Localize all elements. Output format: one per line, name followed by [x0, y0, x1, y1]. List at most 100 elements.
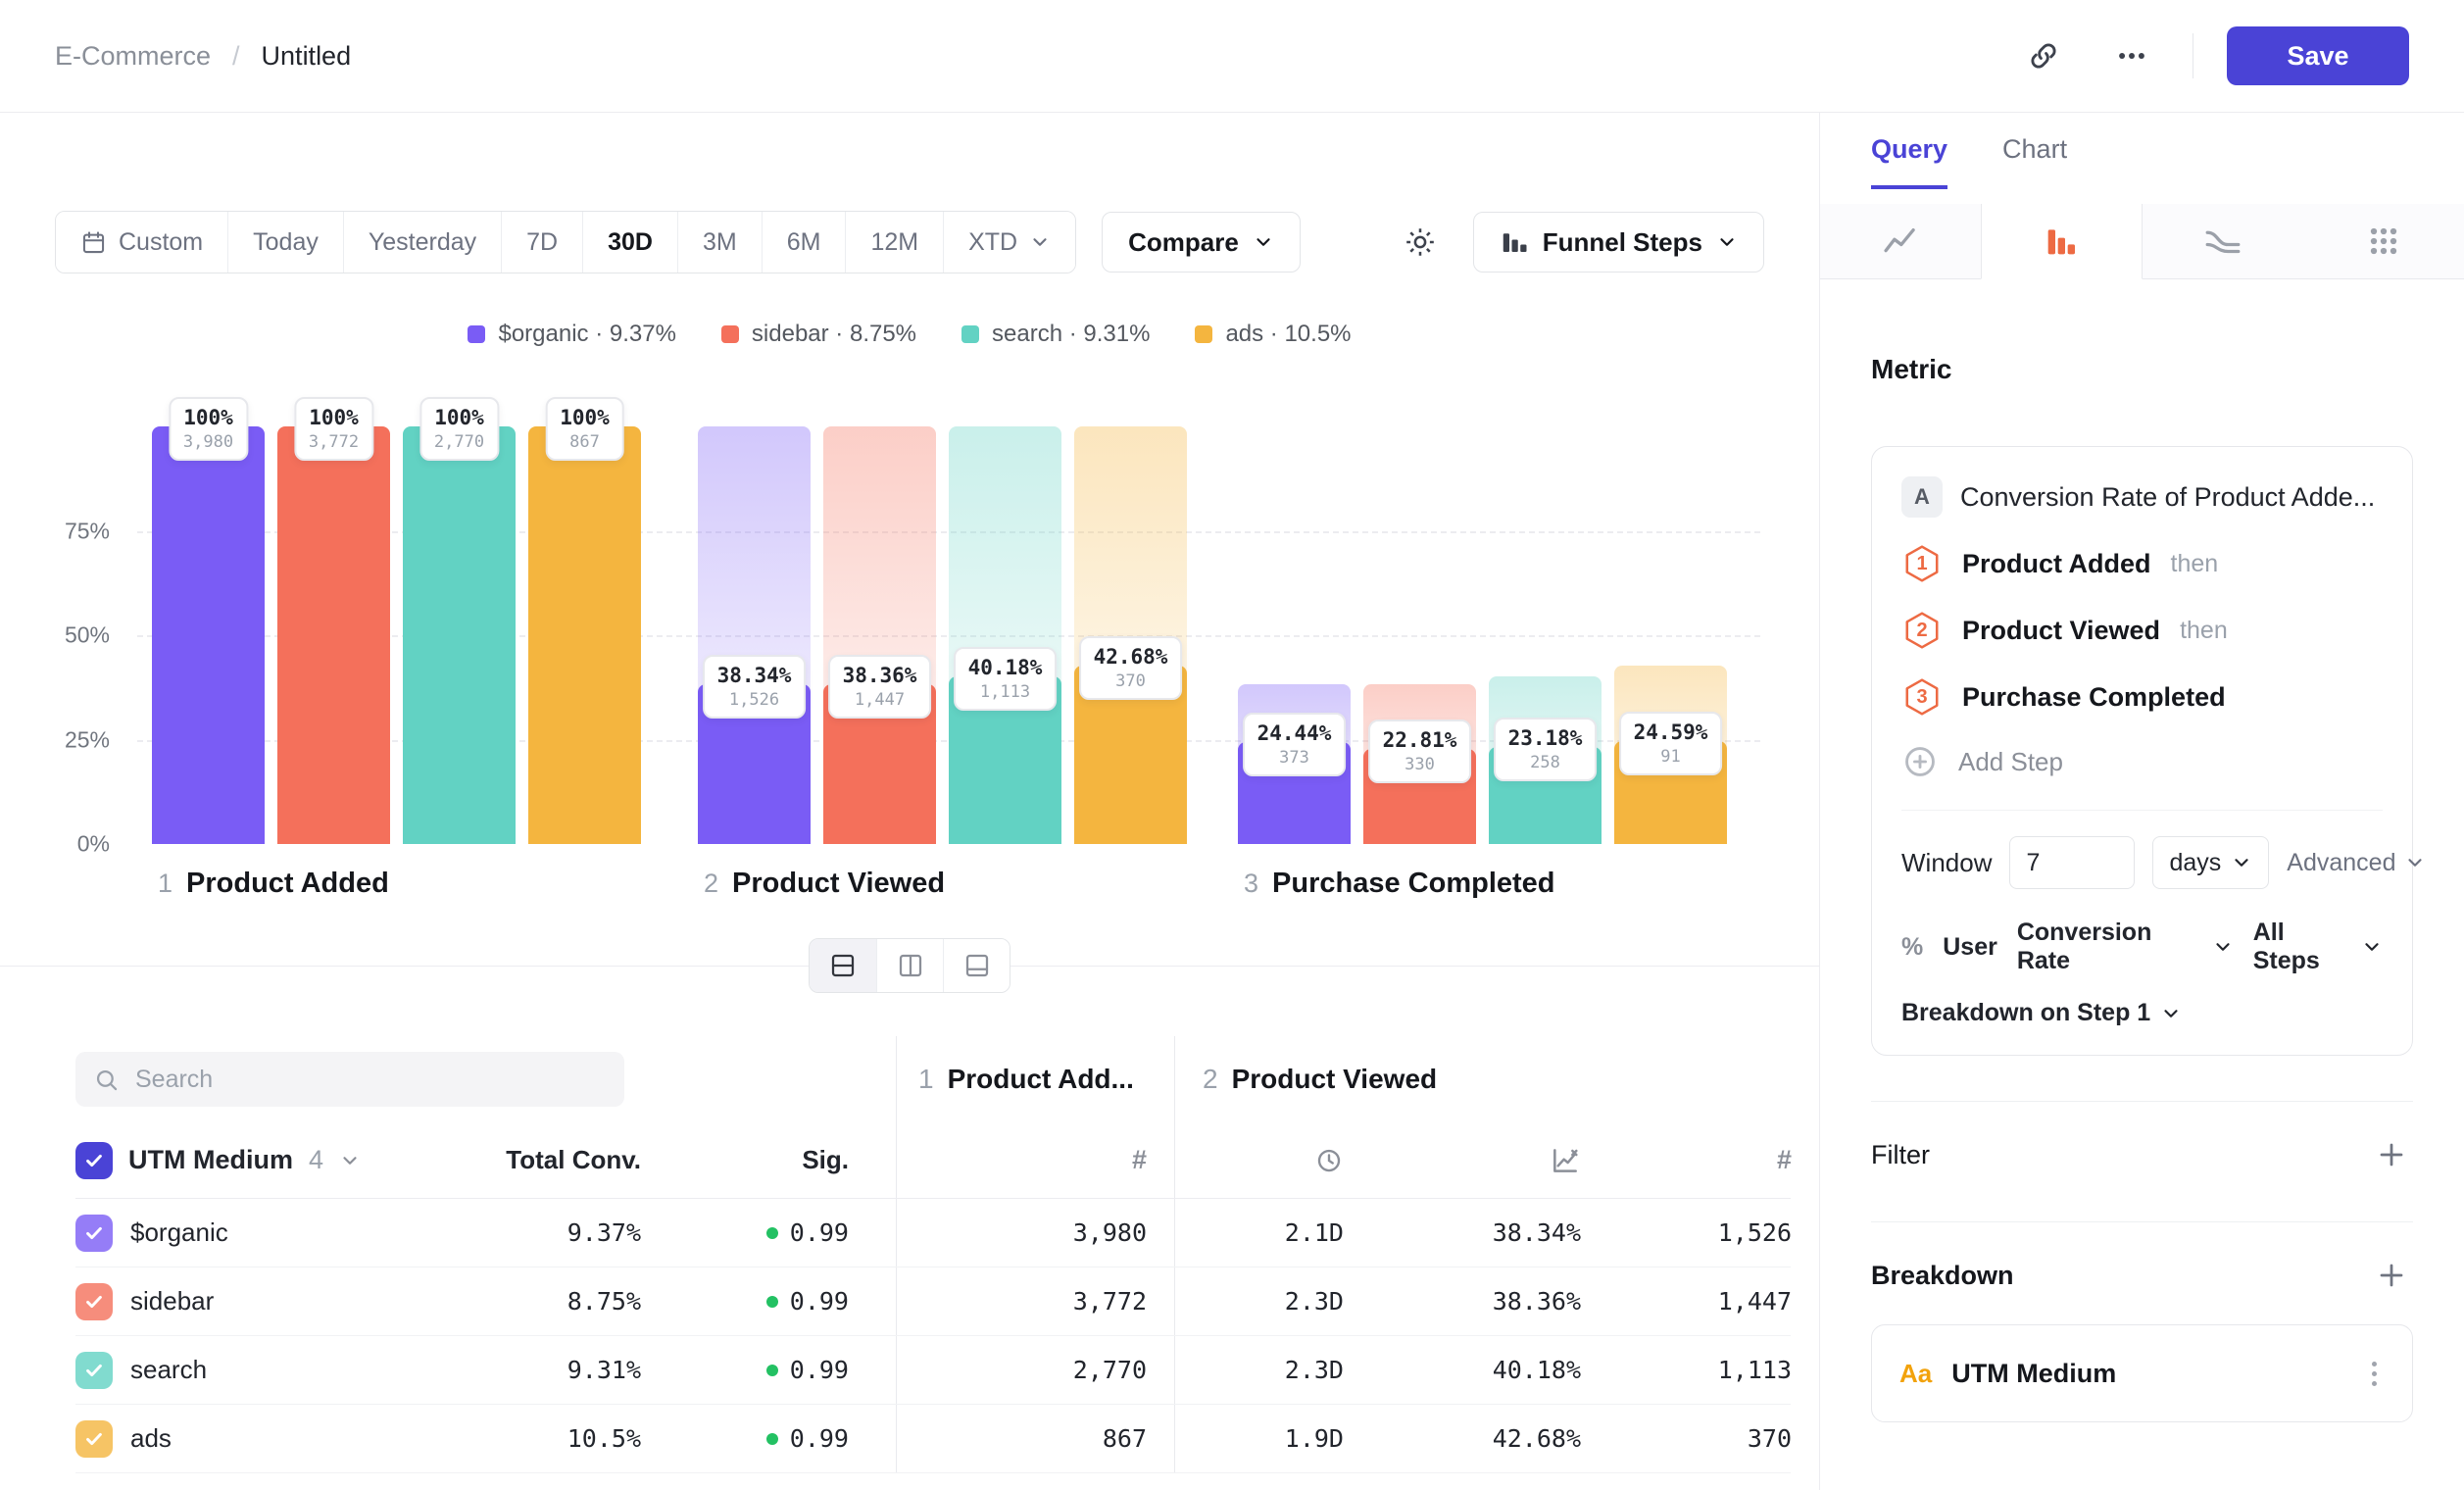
date-range-30d[interactable]: 30D — [582, 212, 677, 273]
kebab-menu-icon[interactable] — [2364, 1354, 2385, 1394]
window-unit-select[interactable]: days — [2152, 836, 2269, 889]
chevron-down-icon — [2231, 852, 2252, 873]
more-options-button[interactable] — [2104, 28, 2159, 83]
chart-plot-area: 75%50%25%0%100%3,980100%3,772100%2,77010… — [0, 426, 1819, 844]
date-range-today[interactable]: Today — [227, 212, 343, 273]
conversion-metric-selector[interactable]: Conversion Rate — [2017, 919, 2234, 975]
metric-step[interactable]: 1Product Addedthen — [1901, 543, 2383, 584]
legend-label: $organic · 9.37% — [498, 321, 675, 348]
time-to-convert-icon[interactable] — [1314, 1146, 1344, 1175]
y-axis-tick: 50% — [0, 622, 110, 649]
row-name-label: ads — [130, 1423, 172, 1454]
bar-value-label: 38.36%1,447 — [828, 655, 932, 719]
date-range-12m[interactable]: 12M — [845, 212, 943, 273]
step-then-label: then — [2180, 617, 2228, 645]
add-breakdown-button[interactable] — [2370, 1254, 2413, 1297]
count-metric-icon[interactable]: # — [1132, 1145, 1147, 1175]
legend-item[interactable]: search · 9.31% — [961, 321, 1150, 348]
layout-split-horizontal-icon[interactable] — [810, 939, 876, 992]
breakdown-column-label[interactable]: UTM Medium — [128, 1145, 293, 1175]
legend-item[interactable]: ads · 10.5% — [1195, 321, 1351, 348]
funnel-bar[interactable] — [277, 426, 390, 844]
step2-time-value: 2.3D — [1285, 1356, 1344, 1384]
date-range-xtd[interactable]: XTD — [943, 212, 1075, 273]
date-range-7d[interactable]: 7D — [501, 212, 582, 273]
bar-count: 3,980 — [183, 432, 233, 452]
search-input[interactable] — [135, 1066, 607, 1094]
table-row[interactable]: ads10.5%0.998671.9D42.68%370 — [75, 1405, 1791, 1473]
sig-header[interactable]: Sig. — [802, 1145, 849, 1175]
entity-selector[interactable]: User — [1943, 933, 1997, 962]
total-conv-value: 9.31% — [567, 1356, 641, 1384]
window-value-input[interactable] — [2009, 836, 2135, 889]
step2-pct-value: 42.68% — [1493, 1424, 1581, 1453]
share-link-button[interactable] — [2016, 28, 2071, 83]
bar-pct: 40.18% — [968, 656, 1043, 679]
table-row[interactable]: $organic9.37%0.993,9802.1D38.34%1,526 — [75, 1199, 1791, 1267]
step2-time-cell: 2.3D — [1174, 1336, 1344, 1404]
layout-split-vertical-icon[interactable] — [876, 939, 943, 992]
table-row[interactable]: search9.31%0.992,7702.3D40.18%1,113 — [75, 1336, 1791, 1405]
breakdown-property-label: UTM Medium — [1951, 1359, 2344, 1389]
step2-count-cell: 370 — [1581, 1405, 1792, 1472]
chart-type-matrix-icon[interactable] — [2303, 204, 2464, 279]
sig-cell: 0.99 — [641, 1267, 849, 1335]
total-conv-header[interactable]: Total Conv. — [506, 1145, 641, 1175]
table-search[interactable] — [75, 1052, 624, 1107]
sig-cell: 0.99 — [641, 1336, 849, 1404]
table-body: $organic9.37%0.993,9802.1D38.34%1,526sid… — [75, 1199, 1791, 1473]
breadcrumb-parent[interactable]: E-Commerce — [55, 41, 211, 72]
row-checkbox[interactable] — [75, 1215, 113, 1252]
tab-query[interactable]: Query — [1871, 113, 1947, 189]
date-range-3m[interactable]: 3M — [677, 212, 762, 273]
chevron-down-icon[interactable] — [339, 1150, 361, 1171]
bar-value-label: 100%3,980 — [169, 397, 248, 461]
chevron-down-icon — [2212, 936, 2234, 958]
bar-count: 1,526 — [717, 690, 792, 710]
layout-toggle-group — [809, 938, 1010, 993]
legend-item[interactable]: sidebar · 8.75% — [721, 321, 916, 348]
funnel-steps-list: 1Product Addedthen 2Product Viewedthen 3Pu… — [1901, 543, 2383, 718]
conversion-chart-icon[interactable] — [1550, 1145, 1581, 1176]
funnel-bar[interactable] — [528, 426, 641, 844]
add-filter-button[interactable] — [2370, 1133, 2413, 1176]
chart-type-funnel-icon[interactable] — [1981, 204, 2142, 279]
chart-settings-button[interactable] — [1393, 215, 1448, 270]
compare-button[interactable]: Compare — [1102, 212, 1301, 273]
date-range-custom[interactable]: Custom — [56, 212, 227, 273]
chart-type-line-icon[interactable] — [1820, 204, 1981, 279]
save-button[interactable]: Save — [2227, 26, 2409, 85]
row-label-cell: ads — [75, 1420, 468, 1458]
count-metric-icon[interactable]: # — [1777, 1145, 1792, 1175]
layout-bottom-panel-icon[interactable] — [943, 939, 1010, 992]
date-range-6m[interactable]: 6M — [762, 212, 846, 273]
legend-item[interactable]: $organic · 9.37% — [468, 321, 675, 348]
funnel-bar[interactable] — [152, 426, 265, 844]
metric-step[interactable]: 3Purchase Completed — [1901, 676, 2383, 718]
add-step-button[interactable]: Add Step — [1901, 743, 2383, 780]
funnel-bar[interactable] — [403, 426, 516, 844]
step1-count-value: 2,770 — [1073, 1356, 1147, 1384]
chart-type-selector[interactable]: Funnel Steps — [1473, 212, 1764, 273]
chevron-down-icon — [2404, 852, 2426, 873]
row-checkbox[interactable] — [75, 1420, 113, 1458]
chevron-down-icon — [1253, 231, 1274, 253]
breakdown-property-card[interactable]: Aa UTM Medium — [1871, 1324, 2413, 1422]
advanced-toggle[interactable]: Advanced — [2287, 849, 2425, 877]
select-all-checkbox[interactable] — [75, 1142, 113, 1179]
y-axis-tick: 75% — [0, 518, 110, 544]
chart-type-flow-icon[interactable] — [2143, 204, 2303, 279]
steps-scope-selector[interactable]: All Steps — [2253, 919, 2383, 975]
metric-title[interactable]: Conversion Rate of Product Adde... — [1960, 482, 2375, 513]
breakdown-on-step-selector[interactable]: Breakdown on Step 1 — [1901, 999, 2383, 1027]
row-checkbox[interactable] — [75, 1283, 113, 1320]
row-checkbox[interactable] — [75, 1352, 113, 1389]
bar-count: 1,113 — [968, 682, 1043, 702]
metric-step[interactable]: 2Product Viewedthen — [1901, 610, 2383, 651]
date-range-yesterday[interactable]: Yesterday — [343, 212, 501, 273]
tab-chart[interactable]: Chart — [2002, 113, 2067, 189]
table-row[interactable]: sidebar8.75%0.993,7722.3D38.36%1,447 — [75, 1267, 1791, 1336]
chevron-down-icon — [1029, 231, 1051, 253]
report-title[interactable]: Untitled — [262, 41, 352, 72]
bar-value-label: 22.81%330 — [1368, 720, 1472, 783]
